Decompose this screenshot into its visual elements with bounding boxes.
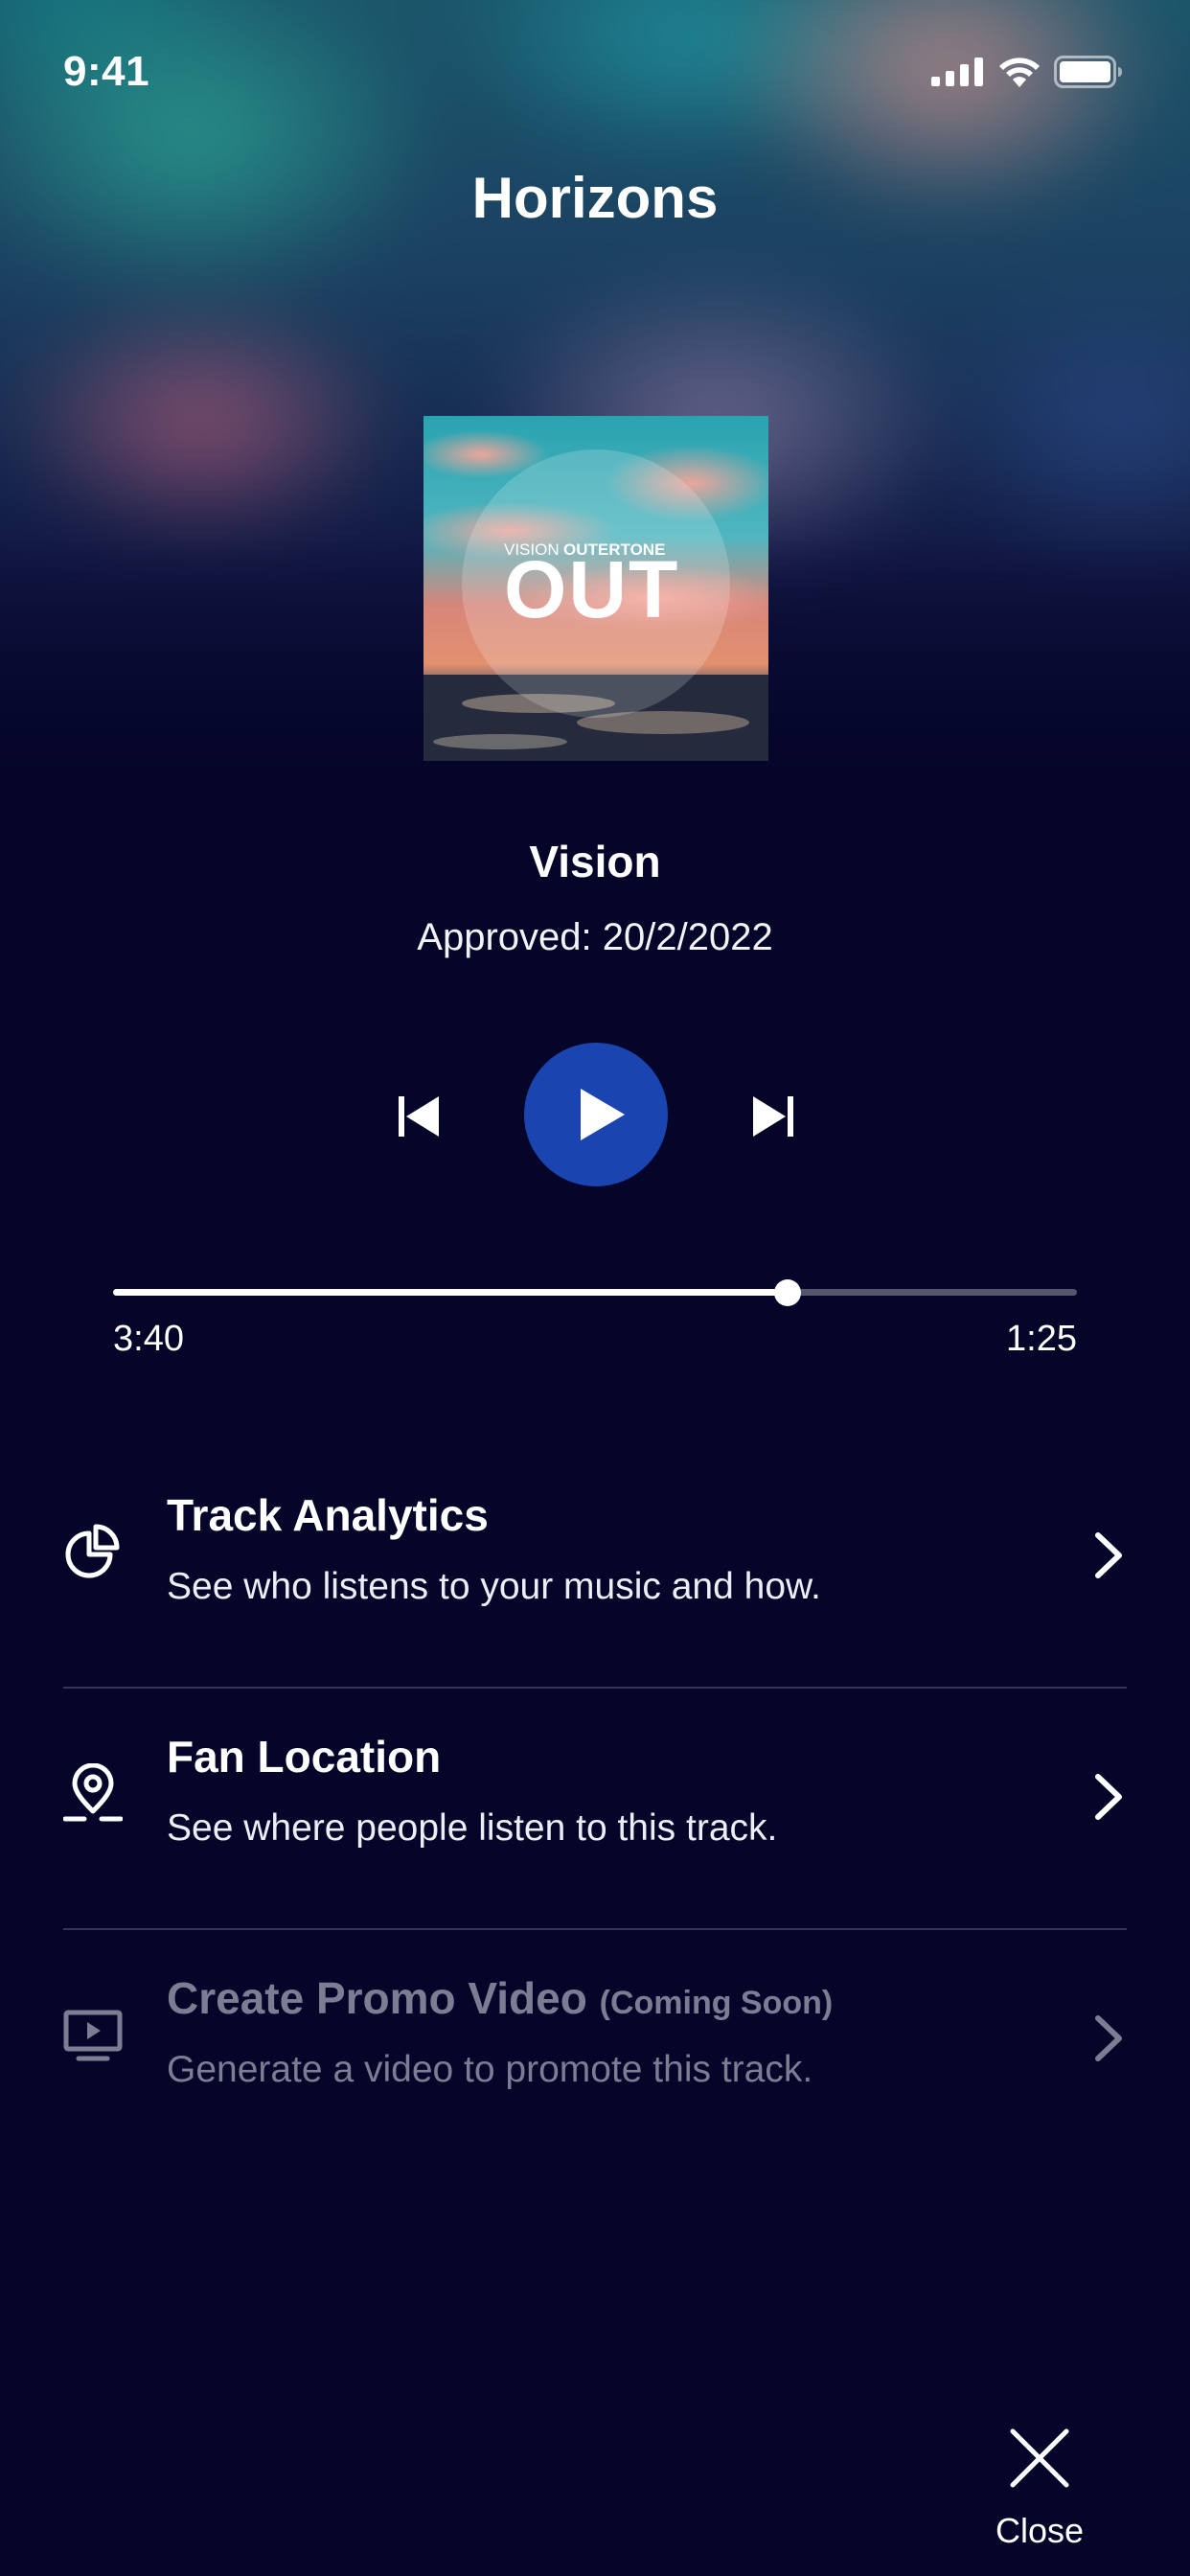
cellular-signal-icon: [931, 58, 983, 86]
coming-soon-note: (Coming Soon): [599, 1985, 834, 2021]
location-pin-icon: [63, 1763, 123, 1822]
play-icon: [581, 1089, 625, 1140]
elapsed-time: 3:40: [113, 1319, 184, 1359]
menu-item-subtitle: See who listens to your music and how.: [167, 1566, 821, 1607]
screen-title: Horizons: [471, 166, 719, 230]
video-screen-icon: [63, 2010, 123, 2061]
previous-track-button[interactable]: [395, 1092, 443, 1140]
menu-item-title: Create Promo Video (Coming Soon): [167, 1972, 833, 2024]
menu-item-title: Track Analytics: [167, 1490, 489, 1540]
track-options-list: Track Analytics See who listens to your …: [63, 1447, 1127, 2170]
album-art: VISION OUTERTONE OUT: [423, 416, 768, 761]
menu-item-title: Fan Location: [167, 1732, 442, 1782]
progress-bar[interactable]: [113, 1277, 1077, 1306]
playback-controls: [0, 1043, 1190, 1186]
status-time: 9:41: [63, 48, 150, 95]
fan-location-item[interactable]: Fan Location See where people listen to …: [63, 1687, 1127, 1928]
play-button[interactable]: [524, 1043, 668, 1186]
next-track-button[interactable]: [749, 1092, 797, 1140]
chevron-right-icon: [1095, 1532, 1122, 1578]
menu-item-subtitle: Generate a video to promote this track.: [167, 2049, 813, 2090]
close-label: Close: [995, 2511, 1085, 2550]
close-icon: [1010, 2428, 1069, 2488]
album-cover-image: VISION OUTERTONE OUT: [423, 416, 768, 761]
track-title: Vision: [529, 837, 661, 886]
progress-thumb[interactable]: [774, 1279, 802, 1306]
pie-chart-icon: [65, 1524, 120, 1578]
battery-icon: [1054, 56, 1122, 88]
status-icons: [931, 56, 1123, 88]
track-analytics-item[interactable]: Track Analytics See who listens to your …: [63, 1447, 1127, 1687]
menu-item-subtitle: See where people listen to this track.: [167, 1807, 778, 1849]
close-button[interactable]: Close: [977, 2415, 1102, 2550]
skip-next-icon: [753, 1096, 793, 1137]
status-bar: 9:41: [0, 0, 1190, 144]
album-label-large: OUT: [504, 544, 679, 634]
track-approved-date: Approved: 20/2/2022: [417, 916, 773, 958]
remaining-time: 1:25: [1006, 1319, 1077, 1359]
chevron-right-icon: [1095, 1774, 1122, 1820]
create-promo-video-item: Create Promo Video (Coming Soon) Generat…: [63, 1928, 1127, 2170]
chevron-right-icon: [1095, 2015, 1122, 2061]
menu-item-title-text: Create Promo Video: [167, 1973, 587, 2023]
skip-previous-icon: [399, 1096, 439, 1137]
progress-fill: [113, 1289, 789, 1296]
wifi-icon: [999, 58, 1040, 87]
